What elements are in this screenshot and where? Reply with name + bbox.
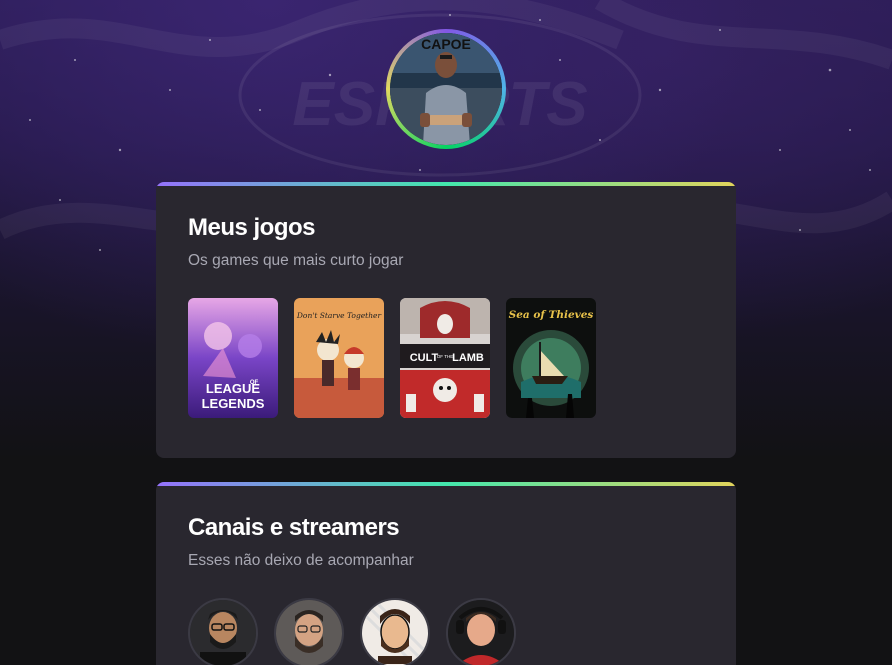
game-cover-league-of-legends[interactable]: LEAGUE OF LEGENDS bbox=[188, 298, 278, 418]
profile-avatar: CAPOE bbox=[390, 33, 502, 145]
games-title: Meus jogos bbox=[188, 214, 316, 241]
games-list: LEAGUE OF LEGENDS Don't Starve Together bbox=[188, 298, 596, 418]
streamers-subtitle: Esses não deixo de acompanhar bbox=[188, 552, 414, 569]
games-card: Meus jogos Os games que mais curto jogar bbox=[156, 182, 736, 458]
streamers-card: Canais e streamers Esses não deixo de ac… bbox=[156, 482, 736, 665]
svg-text:Don't Starve Together: Don't Starve Together bbox=[296, 311, 382, 320]
streamer-avatar[interactable] bbox=[188, 598, 258, 665]
streamer-avatar[interactable] bbox=[274, 598, 344, 665]
streamer-avatar[interactable] bbox=[360, 598, 430, 665]
svg-text:OF: OF bbox=[250, 380, 259, 386]
svg-text:CAPOE: CAPOE bbox=[421, 36, 471, 52]
svg-text:OF THE: OF THE bbox=[437, 354, 453, 359]
svg-text:Sea of Thieves: Sea of Thieves bbox=[509, 309, 594, 321]
games-subtitle: Os games que mais curto jogar bbox=[188, 252, 404, 269]
profile-page: ESPORTS CAPOE Meus jogos Os games que ma… bbox=[0, 0, 892, 665]
streamers-list bbox=[188, 598, 516, 665]
game-cover-sea-of-thieves[interactable]: Sea of Thieves bbox=[506, 298, 596, 418]
svg-text:CULT: CULT bbox=[410, 352, 439, 364]
svg-text:LAMB: LAMB bbox=[452, 352, 484, 364]
streamers-title: Canais e streamers bbox=[188, 514, 400, 541]
game-cover-cult-of-the-lamb[interactable]: CULT OF THE LAMB bbox=[400, 298, 490, 418]
profile-avatar-ring: CAPOE bbox=[386, 29, 506, 149]
svg-text:LEGENDS: LEGENDS bbox=[202, 396, 265, 411]
avatar-photo: CAPOE bbox=[390, 33, 502, 145]
streamer-avatar[interactable] bbox=[446, 598, 516, 665]
game-cover-dont-starve-together[interactable]: Don't Starve Together bbox=[294, 298, 384, 418]
